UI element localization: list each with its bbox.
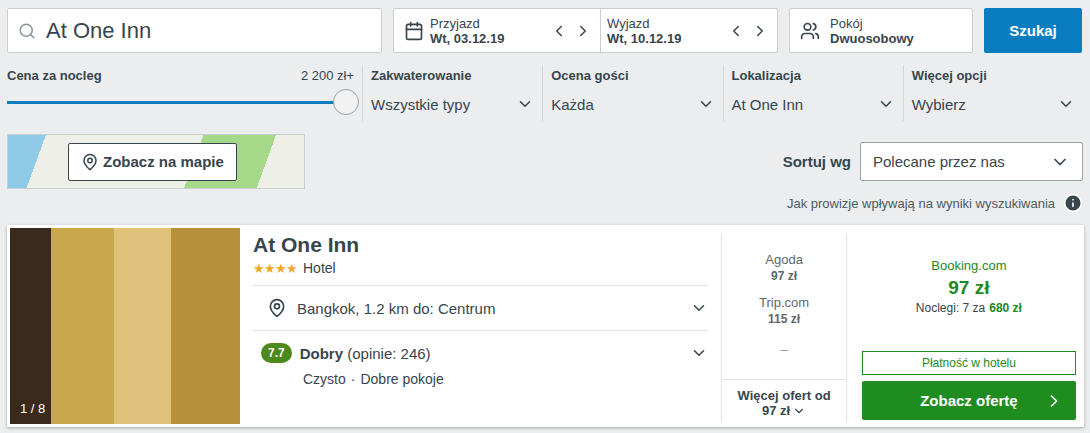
sort-label: Sortuj wg (783, 153, 851, 170)
search-field[interactable]: At One Inn (7, 8, 382, 53)
chevron-down-icon (877, 95, 895, 113)
chevron-down-icon (697, 95, 715, 113)
date-field[interactable]: WyjazdWt, 10.12.19 (600, 9, 777, 52)
date-picker[interactable]: PrzyjazdWt, 03.12.19WyjazdWt, 10.12.19 (393, 8, 778, 53)
search-icon (18, 22, 36, 40)
image-counter: 1 / 8 (20, 401, 45, 416)
filter-dropdown[interactable]: Ocena gościKażda (542, 65, 722, 121)
star-rating: ★★★★ (253, 261, 297, 276)
chevron-down-icon (516, 95, 534, 113)
hotel-card: 1 / 8 At One Inn ★★★★ Hotel Bangkok, 1.2 km … (7, 225, 1084, 427)
chevron-down-icon (690, 299, 708, 317)
location-pin-icon (267, 298, 287, 318)
chevron-right-icon (1044, 391, 1064, 411)
offer-item[interactable]: Agoda97 zł (765, 234, 803, 283)
payment-badge: Płatność w hotelu (862, 351, 1076, 375)
page: At One InnPrzyjazdWt, 03.12.19WyjazdWt, … (0, 0, 1090, 433)
more-offers[interactable]: Więcej ofert od97 zł (722, 379, 846, 422)
filter-bar: Cena za nocleg2 200 zł+ZakwaterowanieWsz… (7, 65, 1083, 121)
info-icon[interactable] (1063, 193, 1083, 213)
guests-icon (800, 21, 820, 41)
chevron-down-icon (792, 404, 806, 418)
search-button[interactable]: Szukaj (984, 8, 1082, 53)
filter-dropdown[interactable]: LokalizacjaAt One Inn (723, 65, 903, 121)
search-bar: At One InnPrzyjazdWt, 03.12.19WyjazdWt, … (7, 8, 1083, 53)
other-offers: Agoda97 złTrip.com115 zł–Więcej ofert od… (721, 234, 847, 422)
hotel-name[interactable]: At One Inn (253, 233, 708, 257)
location-row[interactable]: Bangkok, 1.2 km do: Centrum (253, 286, 708, 331)
calendar-icon (404, 21, 424, 41)
view-offer-button[interactable]: Zobacz ofertę (862, 381, 1076, 420)
slider-thumb[interactable] (333, 89, 359, 115)
hotel-photo[interactable]: 1 / 8 (10, 228, 240, 424)
price-slider[interactable] (7, 101, 353, 104)
rating-row[interactable]: 7.7Dobry (opinie: 246) (253, 331, 708, 363)
prev-day-icon[interactable] (727, 22, 745, 40)
filter-dropdown[interactable]: Więcej opcjiWybierz (903, 65, 1083, 121)
prev-day-icon[interactable] (550, 22, 568, 40)
hotel-type: Hotel (303, 260, 336, 276)
next-day-icon[interactable] (574, 22, 592, 40)
chevron-down-icon (690, 344, 708, 362)
map-pin-icon (81, 153, 99, 171)
date-field[interactable]: PrzyjazdWt, 03.12.19 (424, 9, 600, 52)
map-button[interactable]: Zobacz na mapie (68, 143, 237, 181)
best-price: 97 zł (948, 277, 989, 299)
commission-info[interactable]: Jak prowizje wpływają na wyniki wyszukiw… (787, 193, 1083, 213)
map-thumbnail[interactable]: Zobacz na mapie (7, 134, 305, 189)
best-offer-site: Booking.com (931, 258, 1006, 273)
chevron-down-icon (1050, 152, 1070, 172)
chevron-down-icon (1057, 95, 1075, 113)
best-offer: Booking.com97 złNoclegi: 7 za680 złPłatn… (857, 228, 1081, 424)
sort-select[interactable]: Polecane przez nas (860, 142, 1083, 181)
offer-item[interactable]: Trip.com115 zł (759, 283, 809, 326)
rating-score: 7.7 (261, 343, 292, 363)
next-day-icon[interactable] (751, 22, 769, 40)
review-tags: Czysto·Dobre pokoje (303, 371, 708, 387)
room-select[interactable]: PokójDwuosobowy (789, 8, 973, 53)
filter-dropdown[interactable]: ZakwaterowanieWszystkie typy (362, 65, 542, 121)
price-filter: Cena za nocleg2 200 zł+ (7, 65, 362, 121)
